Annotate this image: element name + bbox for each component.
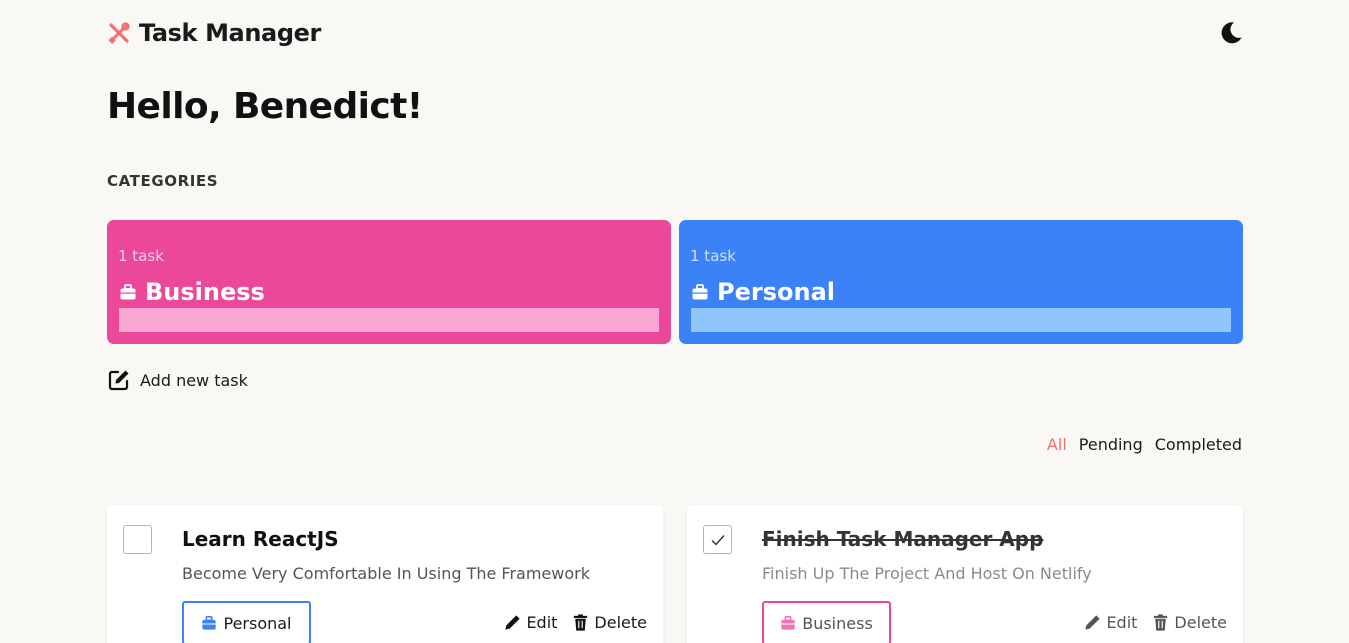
category-task-count: 1 task: [118, 247, 164, 265]
task-actions: Edit Delete: [503, 613, 647, 632]
delete-button[interactable]: Delete: [571, 613, 647, 632]
trash-icon: [1154, 614, 1168, 631]
edit-button[interactable]: Edit: [1083, 613, 1137, 632]
pencil-icon: [1085, 615, 1101, 630]
task-checkbox[interactable]: [123, 525, 152, 554]
category-name: Personal: [717, 278, 835, 306]
page: Task Manager Hello, Benedict! CATEGORIES…: [0, 0, 1349, 643]
filter-completed[interactable]: Completed: [1155, 435, 1242, 454]
briefcase-icon: [202, 615, 217, 630]
category-progress-bar: [691, 308, 1231, 332]
task-description: Finish Up The Project And Host On Netlif…: [762, 564, 1092, 583]
category-progress-bar: [119, 308, 659, 332]
task-title: Finish Task Manager App: [762, 527, 1044, 551]
add-task-label: Add new task: [140, 370, 248, 390]
edit-label: Edit: [526, 613, 558, 632]
task-category-tag[interactable]: Business: [762, 601, 891, 643]
task-category-tag[interactable]: Personal: [182, 601, 311, 643]
task-checkbox[interactable]: [703, 525, 732, 554]
delete-button[interactable]: Delete: [1151, 613, 1227, 632]
category-card-personal[interactable]: 1 task Personal: [679, 220, 1243, 344]
categories-label: CATEGORIES: [107, 172, 219, 190]
moon-icon[interactable]: [1217, 19, 1245, 47]
task-actions: Edit Delete: [1083, 613, 1227, 632]
trash-icon: [574, 614, 588, 631]
category-task-count: 1 task: [690, 247, 736, 265]
add-task-button[interactable]: Add new task: [107, 368, 248, 392]
pencil-icon: [505, 615, 521, 630]
category-name: Business: [145, 278, 265, 306]
greeting-heading: Hello, Benedict!: [107, 86, 423, 127]
category-card-business[interactable]: 1 task Business: [107, 220, 671, 344]
task-filter-tabs: All Pending Completed: [1047, 435, 1242, 454]
task-card: Finish Task Manager App Finish Up The Pr…: [687, 505, 1243, 643]
edit-button[interactable]: Edit: [503, 613, 557, 632]
category-title: Business: [119, 278, 265, 306]
edit-label: Edit: [1106, 613, 1138, 632]
briefcase-icon: [120, 284, 136, 300]
delete-label: Delete: [1174, 613, 1227, 632]
filter-pending[interactable]: Pending: [1079, 435, 1143, 454]
task-card: Learn ReactJS Become Very Comfortable In…: [107, 505, 663, 643]
category-title: Personal: [691, 278, 835, 306]
app-title: Task Manager: [139, 19, 321, 47]
delete-label: Delete: [594, 613, 647, 632]
check-icon: [711, 534, 725, 546]
task-description: Become Very Comfortable In Using The Fra…: [182, 564, 590, 583]
briefcase-icon: [781, 615, 795, 630]
tools-icon: [108, 22, 130, 44]
task-title: Learn ReactJS: [182, 527, 339, 551]
task-category-label: Business: [802, 613, 873, 633]
brand: Task Manager: [107, 19, 321, 47]
edit-square-icon: [108, 370, 129, 391]
filter-all[interactable]: All: [1047, 435, 1067, 454]
briefcase-icon: [692, 284, 708, 300]
task-category-label: Personal: [223, 613, 292, 633]
